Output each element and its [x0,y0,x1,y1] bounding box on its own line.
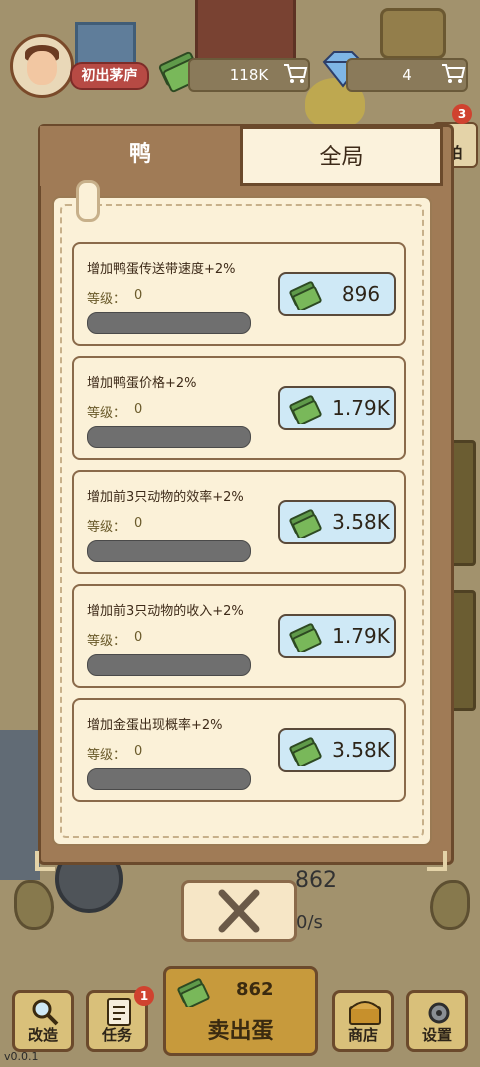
upgrade-title: 增加金蛋出现概率+2% [87,718,223,733]
auction-badge: 3 [452,104,472,124]
upgrade-buy-button[interactable]: 1.79K [278,386,396,430]
upgrade-title: 增加前3只动物的效率+2% [87,490,244,505]
upgrade-card: 增加前3只动物的效率+2% 等级： 0 3.58K [72,470,406,574]
shop-button[interactable]: 商店 [332,990,394,1052]
level-progress-bar [87,540,251,562]
upgrade-title: 增加前3只动物的收入+2% [87,604,244,619]
sell-count: 862 [236,979,274,1000]
upgrade-title: 增加鸭蛋传送带速度+2% [87,262,236,277]
level-label: 等级： [87,406,127,421]
cart-icon[interactable] [440,62,466,84]
level-value: 0 [134,402,143,417]
upgrade-buy-button[interactable]: 1.79K [278,614,396,658]
cash-stack-icon [177,978,210,1007]
tab-duck[interactable]: 鸭 [40,126,240,186]
level-value: 0 [134,744,143,759]
level-progress-bar [87,426,251,448]
cash-stack-icon [289,737,322,766]
cash-stack-icon [289,281,322,310]
upgrade-buy-button[interactable]: 896 [278,272,396,316]
corner-bracket-icon [35,851,55,871]
close-button[interactable] [181,880,297,942]
level-label: 等级： [87,748,127,763]
cash-stack-icon [289,395,322,424]
upgrade-card: 增加前3只动物的收入+2% 等级： 0 1.79K [72,584,406,688]
paper-hook [76,180,100,222]
level-progress-bar [87,654,251,676]
checklist-icon [107,998,131,1026]
modify-label: 改造 [27,1026,58,1044]
cash-stack-icon [289,623,322,652]
cart-icon[interactable] [282,62,308,84]
upgrade-title: 增加鸭蛋价格+2% [87,376,197,391]
upgrade-card: 增加鸭蛋价格+2% 等级： 0 1.79K [72,356,406,460]
tasks-badge: 1 [134,986,154,1006]
modify-button[interactable]: 改造 [12,990,74,1052]
upgrade-price: 3.58K [332,738,390,762]
settings-button[interactable]: 设置 [406,990,468,1052]
version-label: v0.0.1 [4,1050,39,1063]
level-value: 0 [134,630,143,645]
level-label: 等级： [87,634,127,649]
level-progress-bar [87,768,251,790]
upgrade-price: 3.58K [332,510,390,534]
level-value: 0 [134,516,143,531]
tasks-label: 任务 [101,1026,132,1044]
upgrade-card: 增加鸭蛋传送带速度+2% 等级： 0 896 [72,242,406,346]
level-label: 等级： [87,292,127,307]
treasure-chest-icon [349,1001,381,1025]
sell-eggs-button[interactable]: 862 卖出蛋 [163,966,318,1056]
close-icon [218,889,260,933]
settings-label: 设置 [421,1026,452,1044]
upgrade-buy-button[interactable]: 3.58K [278,500,396,544]
cash-value: 118K [229,66,269,84]
magnifier-icon [32,999,59,1026]
cash-stack-icon [289,509,322,538]
corner-bracket-icon [427,851,447,871]
tab-global[interactable]: 全局 [240,126,443,186]
upgrade-price: 896 [341,282,381,306]
upgrade-card: 增加金蛋出现概率+2% 等级： 0 3.58K [72,698,406,802]
upgrade-price: 1.79K [332,624,390,648]
upgrade-price: 1.79K [332,396,390,420]
sell-label: 卖出蛋 [207,1019,274,1044]
upgrade-buy-button[interactable]: 3.58K [278,728,396,772]
level-progress-bar [87,312,251,334]
player-title: 初出茅庐 [70,62,149,90]
level-value: 0 [134,288,143,303]
shop-label: 商店 [347,1026,378,1044]
level-label: 等级： [87,520,127,535]
avatar[interactable] [10,34,74,98]
gem-value: 4 [402,66,412,84]
